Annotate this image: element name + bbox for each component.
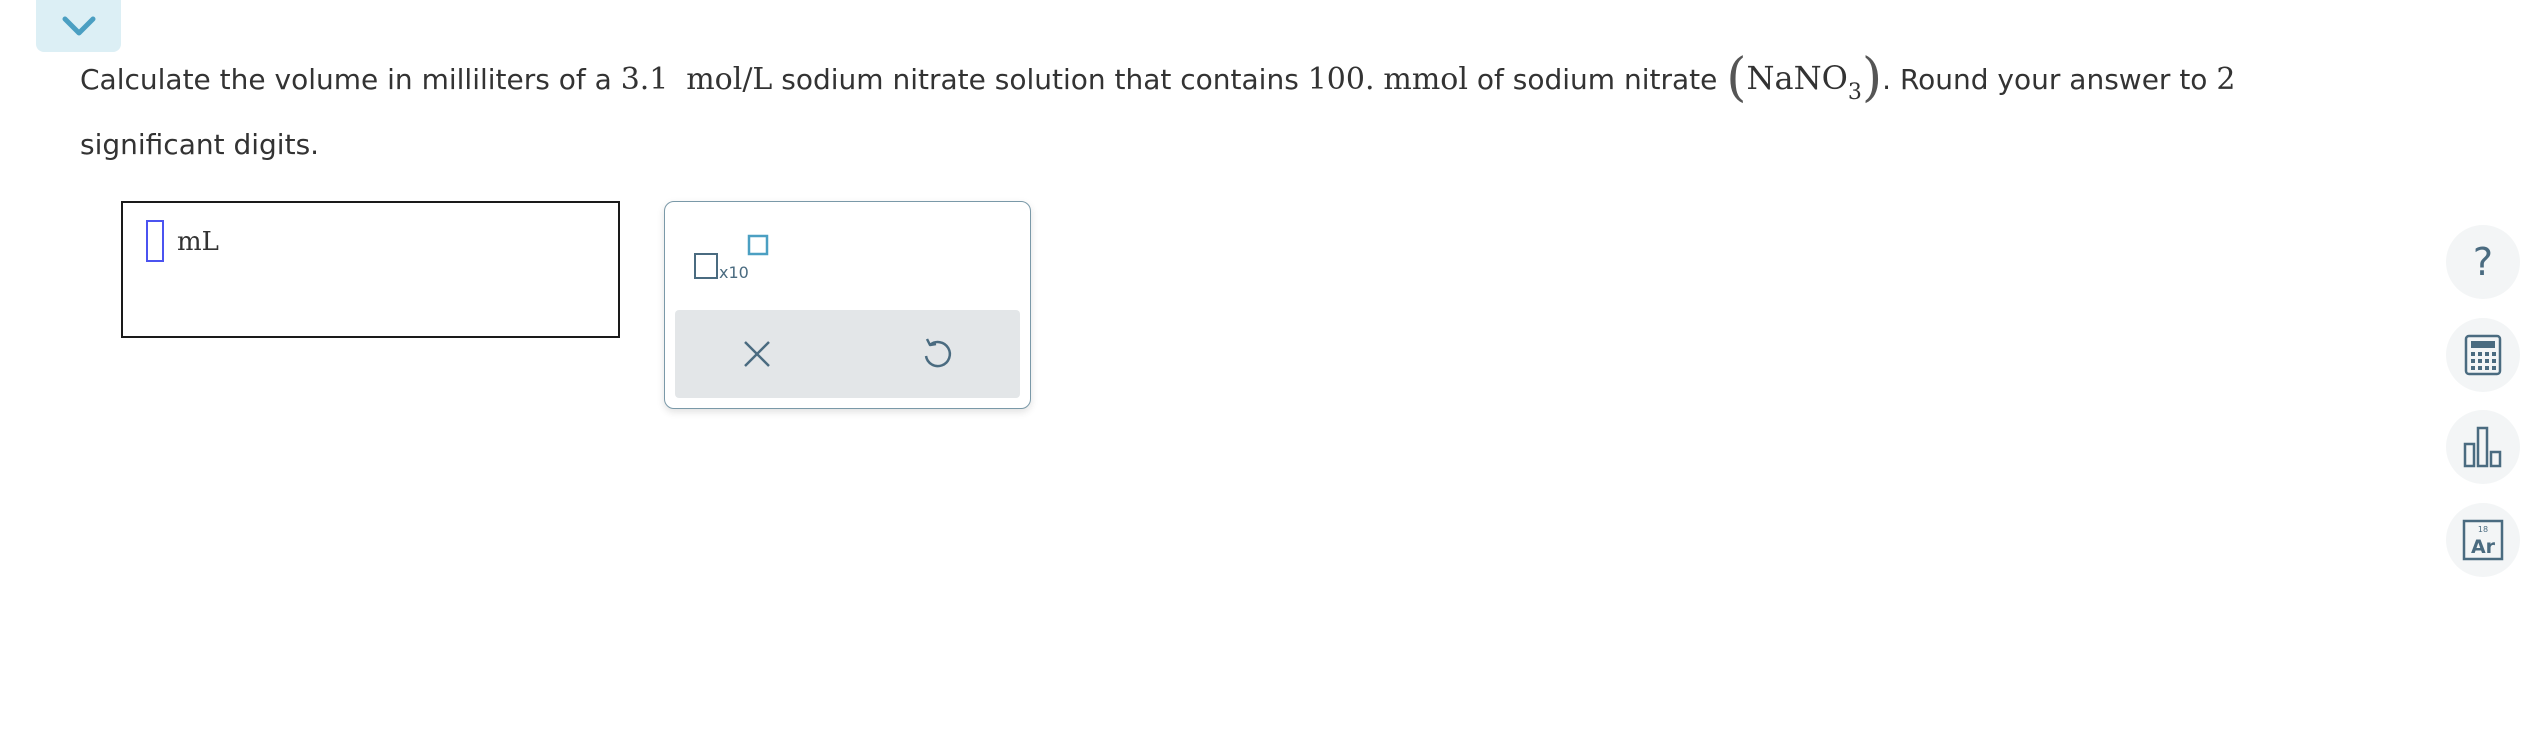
chevron-down-icon bbox=[62, 16, 95, 36]
molarity-value: 3.1 bbox=[620, 62, 669, 97]
formula-main: NaNO bbox=[1746, 59, 1848, 97]
x10-label: x10 bbox=[719, 263, 749, 282]
question-text: Calculate the volume in milliliters of a… bbox=[80, 52, 2400, 171]
scientific-notation-icon: x10 bbox=[694, 234, 769, 282]
help-button[interactable]: ? bbox=[2446, 225, 2520, 299]
bar-chart-icon bbox=[2463, 426, 2502, 468]
molarity-unit: mol/L bbox=[686, 62, 773, 97]
sig-digits-value: 2 bbox=[2216, 62, 2236, 97]
answer-unit: mL bbox=[177, 227, 219, 257]
scientific-notation-button[interactable]: x10 bbox=[693, 232, 773, 282]
amount-unit: mmol bbox=[1383, 62, 1468, 97]
periodic-table-button[interactable]: 18 Ar bbox=[2446, 503, 2520, 577]
answer-input-field[interactable] bbox=[146, 220, 164, 262]
amount-value: 100. bbox=[1307, 62, 1375, 97]
tool-action-bar bbox=[675, 310, 1020, 398]
collapse-toggle-button[interactable] bbox=[36, 0, 121, 52]
undo-icon bbox=[924, 338, 952, 368]
paren-close: ) bbox=[1861, 48, 1883, 108]
periodic-table-icon: 18 Ar bbox=[2462, 519, 2504, 561]
question-part-3: of sodium nitrate bbox=[1467, 63, 1727, 96]
question-part-4: . Round your answer to bbox=[1882, 63, 2217, 96]
calculator-button[interactable] bbox=[2446, 318, 2520, 392]
answer-input-box[interactable]: mL bbox=[121, 201, 620, 338]
paren-open: ( bbox=[1726, 48, 1747, 108]
close-icon bbox=[744, 341, 770, 367]
periodic-symbol: Ar bbox=[2471, 536, 2496, 558]
formula-subscript: 3 bbox=[1847, 80, 1862, 105]
undo-button[interactable] bbox=[915, 332, 959, 376]
question-part-2: sodium nitrate solution that contains bbox=[772, 63, 1308, 96]
clear-button[interactable] bbox=[735, 332, 779, 376]
question-part-1: Calculate the volume in milliliters of a bbox=[80, 63, 621, 96]
help-icon: ? bbox=[2472, 240, 2494, 284]
question-part-5: significant digits. bbox=[80, 128, 320, 161]
chemical-formula: NaNO3 bbox=[1746, 59, 1862, 105]
calculator-icon bbox=[2464, 334, 2502, 376]
data-chart-button[interactable] bbox=[2446, 410, 2520, 484]
math-tool-panel: x10 bbox=[664, 201, 1031, 409]
periodic-number: 18 bbox=[2478, 525, 2488, 534]
